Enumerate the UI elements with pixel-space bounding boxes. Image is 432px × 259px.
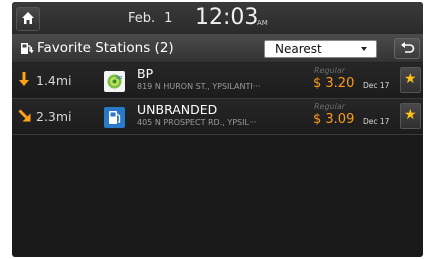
svg-text:bp: bp — [116, 75, 122, 81]
sort-selected-value: Nearest — [275, 42, 322, 56]
fuel-pump-icon — [104, 107, 125, 128]
favorite-star-button[interactable]: ★ — [400, 67, 421, 93]
clock-time: 12:03 — [195, 5, 259, 30]
direction-arrow-south-icon — [19, 72, 29, 86]
fuel-grade: Regular — [314, 66, 346, 75]
fuel-price: $ 3.09 — [313, 112, 355, 127]
clock-ampm: AM — [257, 19, 268, 27]
station-address: 819 N HURON ST., YPSILANTI··· — [137, 82, 261, 91]
list-item[interactable]: 2.3mi UNBRANDED 405 N PROSPECT RD., YPSI… — [12, 99, 423, 135]
back-button[interactable] — [394, 38, 420, 59]
price-date: Dec 17 — [363, 81, 390, 90]
month: Feb. — [128, 11, 156, 26]
status-bar: Feb. 1 12:03 AM — [12, 2, 423, 35]
star-icon: ★ — [404, 71, 417, 87]
price-date: Dec 17 — [363, 117, 390, 126]
navigation-screen: Feb. 1 12:03 AM Favorite Stations (2) Nea… — [12, 2, 423, 257]
home-button[interactable] — [16, 7, 40, 31]
station-distance: 1.4mi — [36, 73, 72, 88]
sort-dropdown[interactable]: Nearest — [264, 40, 377, 58]
station-name: UNBRANDED — [137, 102, 218, 117]
direction-arrow-southeast-icon — [18, 109, 31, 122]
star-icon: ★ — [404, 107, 417, 123]
page-title: Favorite Stations (2) — [37, 40, 174, 56]
day: 1 — [164, 11, 173, 26]
title-bar: Favorite Stations (2) Nearest — [12, 35, 423, 63]
fuel-price: $ 3.20 — [313, 76, 355, 91]
fuel-grade: Regular — [314, 102, 346, 111]
back-icon — [401, 42, 415, 53]
station-list: 1.4mi bp BP 819 N HURON ST., YPSILANTI··… — [12, 63, 423, 135]
list-item[interactable]: 1.4mi bp BP 819 N HURON ST., YPSILANTI··… — [12, 63, 423, 99]
chevron-down-icon — [361, 47, 367, 51]
favorite-star-button[interactable]: ★ — [400, 103, 421, 129]
station-distance: 2.3mi — [36, 109, 72, 124]
home-icon — [22, 12, 34, 24]
station-address: 405 N PROSPECT RD., YPSIL··· — [137, 118, 257, 127]
date-display: Feb. 1 — [128, 11, 172, 26]
station-name: BP — [137, 66, 154, 81]
favorite-stations-icon — [21, 43, 34, 54]
bp-logo-icon: bp — [104, 71, 125, 92]
